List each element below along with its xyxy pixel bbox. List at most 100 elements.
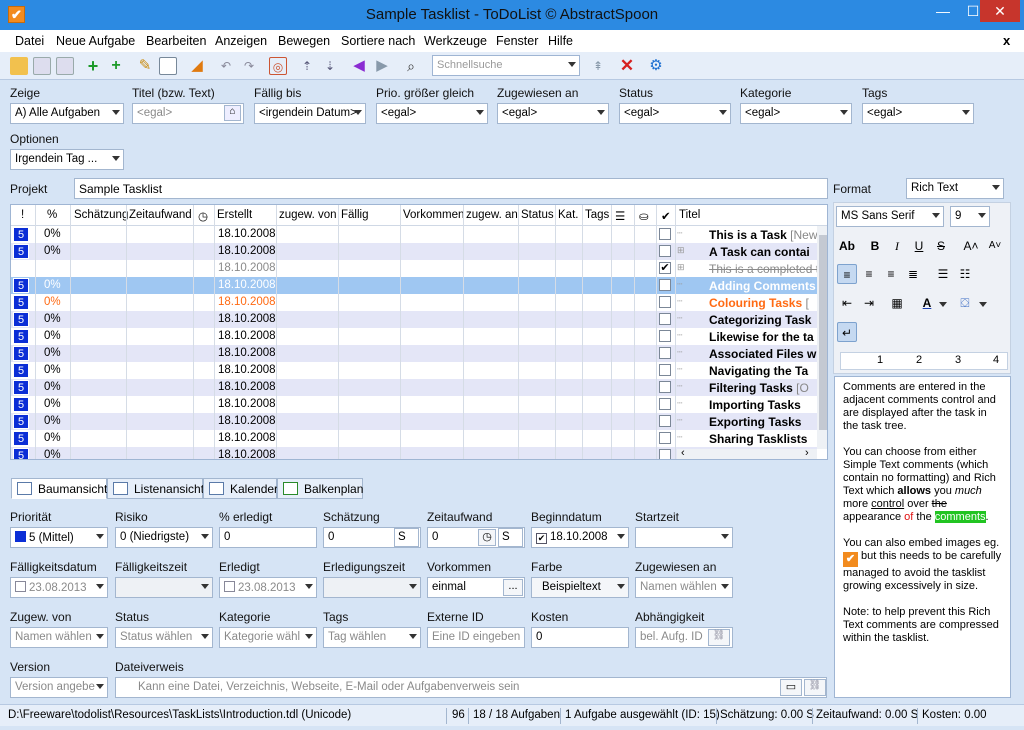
col-priority[interactable]: ! [21,209,24,221]
col-assigned-by[interactable]: zugew. von [279,209,337,221]
close-tasklist-icon[interactable]: ✕ [618,57,636,75]
menu-anzeigen[interactable]: Anzeigen [215,34,267,48]
assigned-by-select[interactable]: Namen wählen [10,627,108,648]
highlight-dropdown-icon[interactable] [979,302,987,307]
col-time-spent[interactable]: Zeitaufwand [129,209,192,221]
move-up-icon[interactable]: ⇡ [298,57,316,75]
col-tags[interactable]: Tags [585,209,609,221]
filter-due-select[interactable]: <irgendein Datum> [254,103,366,124]
time-spent-unit-select[interactable]: S [498,528,523,547]
table-row[interactable]: 5 0% 18.10.2008 ┄ Importing Tasks [11,396,817,413]
task-title[interactable]: Sharing Tasklists [709,432,817,446]
due-date-checkbox[interactable] [15,581,26,592]
done-checkbox[interactable] [659,449,671,459]
align-left-icon[interactable]: ≡ [837,264,857,284]
scroll-right-icon[interactable]: › [805,447,809,459]
edit-icon[interactable]: ✎ [136,57,154,75]
table-row[interactable]: 5 0% 18.10.2008 ┄ Likewise for the ta [11,328,817,345]
tags-select[interactable]: Tag wählen [323,627,421,648]
due-time-select[interactable] [115,577,213,598]
cost-input[interactable]: 0 [531,627,629,648]
text-color-dropdown-icon[interactable] [939,302,947,307]
bold-icon[interactable]: B [865,236,885,256]
col-estimate[interactable]: Schätzung [74,209,128,221]
col-category[interactable]: Kat. [558,209,578,221]
tag-icon[interactable]: ⌂ [224,105,241,121]
table-row[interactable]: 5 0% 18.10.2008 ┄ Navigating the Ta [11,362,817,379]
task-title[interactable]: Filtering Tasks [O [709,381,817,395]
col-assigned-to[interactable]: zugew. an [466,209,518,221]
col-clock-icon[interactable]: ◷ [198,209,208,223]
menu-neue-aufgabe[interactable]: Neue Aufgabe [56,34,135,48]
task-title[interactable]: Colouring Tasks [ [709,296,817,310]
start-time-select[interactable] [635,527,733,548]
project-name-input[interactable]: Sample Tasklist [74,178,828,199]
table-row[interactable]: 5 0% 18.10.2008 ┄ Adding Comments [11,277,817,294]
menu-fenster[interactable]: Fenster [496,34,538,48]
table-row[interactable]: 5 0% 18.10.2008 ┄ Sharing Tasklists [11,430,817,447]
menu-datei[interactable]: Datei [15,34,44,48]
link-icon[interactable]: ⛓ [708,629,730,646]
color-select[interactable]: Beispieltext [531,577,629,598]
task-title[interactable]: Likewise for the ta [709,330,817,344]
scrollbar-thumb[interactable] [819,235,827,430]
minimize-button[interactable]: — [928,0,958,22]
highlight-icon[interactable]: ⛋ [955,293,975,313]
close-button[interactable]: ✕ [980,0,1020,22]
external-id-input[interactable]: Eine ID eingeben [427,627,525,648]
undo-icon[interactable]: ↶ [217,57,235,75]
table-icon[interactable]: ▦ [887,293,907,313]
menu-bewegen[interactable]: Bewegen [278,34,330,48]
outdent-icon[interactable]: ⇤ [837,293,857,313]
task-title[interactable]: A Task can contai [709,245,817,259]
align-justify-icon[interactable]: ≣ [903,264,923,284]
new-subtask-icon[interactable]: + [107,57,125,75]
task-grid[interactable]: ! % Schätzung Zeitaufwand ◷ Erstellt zug… [10,204,828,460]
delete-task-icon[interactable]: ◢ [188,57,206,75]
done-date-checkbox[interactable] [224,581,235,592]
category-select[interactable]: Kategorie wähl [219,627,317,648]
done-checkbox[interactable] [659,432,671,444]
filter-assigned-select[interactable]: <egal> [497,103,609,124]
menu-werkzeuge[interactable]: Werkzeuge [424,34,487,48]
move-down-icon[interactable]: ⇣ [321,57,339,75]
estimate-unit-select[interactable]: S [394,528,419,547]
status-select[interactable]: Status wählen [115,627,213,648]
done-checkbox[interactable] [659,313,671,325]
file-ref-input[interactable]: Kann eine Datei, Verzeichnis, Webseite, … [115,677,827,698]
numbered-list-icon[interactable]: ☷ [955,264,975,284]
align-right-icon[interactable]: ≡ [881,264,901,284]
assigned-to-select[interactable]: Namen wählen [635,577,733,598]
font-size-select[interactable]: 9 [950,206,990,227]
tab-list-view[interactable]: Listenansicht [107,478,204,499]
col-due[interactable]: Fällig [341,209,368,221]
align-center-icon[interactable]: ≡ [859,264,879,284]
word-wrap-icon[interactable]: ↵ [837,322,857,342]
start-date-checkbox[interactable]: ✔ [536,533,547,544]
quicksearch-input[interactable]: Schnellsuche [432,55,580,76]
format-select[interactable]: Rich Text [906,178,1004,199]
due-date-picker[interactable]: 23.08.2013 [10,577,108,598]
version-select[interactable]: Version angebe [10,677,108,698]
filter-up-icon[interactable]: ⇞ [589,57,607,75]
priority-select[interactable]: 5 (Mittel) [10,527,108,548]
table-row[interactable]: 5 0% 18.10.2008 ┄ Colouring Tasks [ [11,294,817,311]
tab-calendar[interactable]: Kalender [203,478,278,499]
done-checkbox[interactable] [659,330,671,342]
font-icon[interactable]: Ab [837,236,857,256]
risk-select[interactable]: 0 (Niedrigste) [115,527,213,548]
filter-priority-select[interactable]: <egal> [376,103,488,124]
open-link-icon[interactable]: ⛓ [804,679,826,696]
table-row[interactable]: 5 0% 18.10.2008 ┄ This is a Task [New [11,226,817,243]
task-list-icon[interactable] [159,57,177,75]
mdi-close-button[interactable]: x [1003,33,1010,48]
done-checkbox[interactable] [659,415,671,427]
col-created[interactable]: Erstellt [217,209,252,221]
done-checkbox[interactable] [659,279,671,291]
task-title[interactable]: Categorizing Task [709,313,817,327]
menu-bearbeiten[interactable]: Bearbeiten [146,34,206,48]
task-title[interactable]: Exporting Tasks [709,415,817,429]
done-checkbox[interactable] [659,381,671,393]
shrink-font-icon[interactable]: A˅ [985,236,1005,256]
done-checkbox[interactable] [659,228,671,240]
